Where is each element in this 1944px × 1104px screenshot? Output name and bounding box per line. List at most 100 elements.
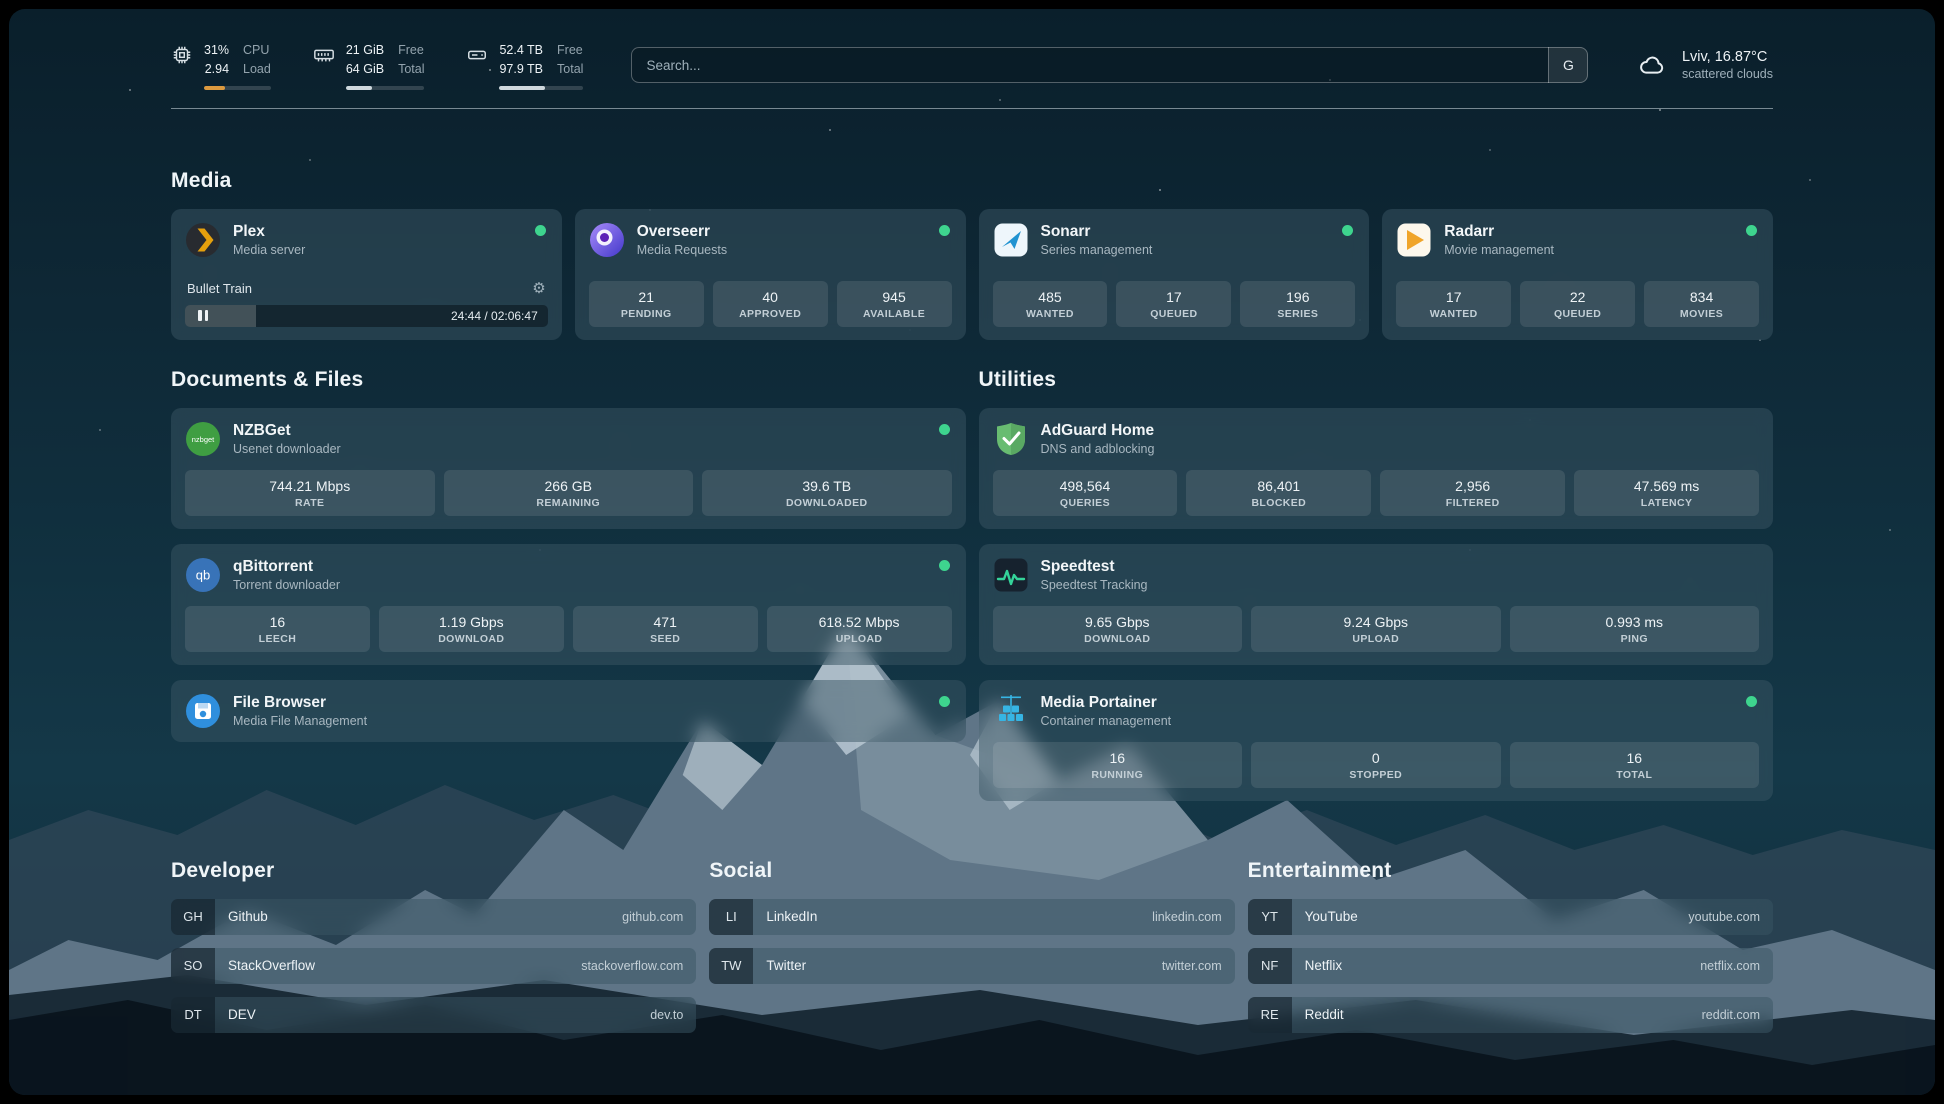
svg-text:qb: qb <box>196 567 210 582</box>
memory-label-1: Free <box>398 41 424 60</box>
stat-label: DOWNLOAD <box>997 633 1239 645</box>
sonarr-icon <box>993 222 1029 258</box>
service-title: Speedtest <box>1041 558 1148 576</box>
service-title: NZBGet <box>233 422 341 440</box>
window-frame: 31% 2.94 CPU Load <box>0 0 1944 1104</box>
stat-label: QUEUED <box>1524 308 1631 320</box>
service-card-qbittorrent[interactable]: qbqBittorrentTorrent downloader 16LEECH1.… <box>171 544 966 665</box>
stat-value: 834 <box>1648 289 1755 305</box>
section-documents-files: Documents & Files nzbgetNZBGetUsenet dow… <box>171 368 966 742</box>
bookmark-abbr: RE <box>1248 997 1292 1033</box>
stat-value: 86,401 <box>1190 478 1367 494</box>
stat-available: 945 AVAILABLE <box>837 281 952 327</box>
stat-value: 21 <box>593 289 700 305</box>
weather-condition: scattered clouds <box>1682 67 1773 81</box>
stat-value: 485 <box>997 289 1104 305</box>
stat-wanted: 485WANTED <box>993 281 1108 327</box>
stat-running: 16RUNNING <box>993 742 1243 788</box>
bookmark-github[interactable]: GH Github github.com <box>171 899 696 935</box>
bookmarks-area: DeveloperGHGithubgithub.comSOStackOverfl… <box>171 859 1773 1033</box>
bookmark-linkedin[interactable]: LILinkedInlinkedin.com <box>709 899 1234 935</box>
service-stats: 16LEECH1.19 GbpsDOWNLOAD471SEED618.52 Mb… <box>185 606 952 652</box>
stat-series: 196SERIES <box>1240 281 1355 327</box>
bookmark-dev[interactable]: DTDEVdev.to <box>171 997 696 1033</box>
stat-label: PING <box>1514 633 1756 645</box>
status-dot <box>535 225 546 236</box>
stat-value: 40 <box>717 289 824 305</box>
stat-value: 17 <box>1400 289 1507 305</box>
plex-now-playing: Bullet Train⚙24:44 / 02:06:47 <box>185 281 548 327</box>
stat-seed: 471SEED <box>573 606 758 652</box>
stat-blocked: 86,401BLOCKED <box>1186 470 1371 516</box>
service-card-speedtest[interactable]: SpeedtestSpeedtest Tracking 9.65 GbpsDOWN… <box>979 544 1774 665</box>
stat-value: 22 <box>1524 289 1631 305</box>
bookmark-abbr: GH <box>171 899 215 935</box>
stat-value: 9.24 Gbps <box>1255 614 1497 630</box>
search-provider-button[interactable]: G <box>1548 47 1588 83</box>
stat-upload: 618.52 MbpsUPLOAD <box>767 606 952 652</box>
playback-progress-bar[interactable]: 24:44 / 02:06:47 <box>185 305 548 327</box>
service-card-radarr[interactable]: RadarrMovie management17WANTED22QUEUED83… <box>1382 209 1773 340</box>
bookmark-url: twitter.com <box>1162 959 1222 973</box>
stat-value: 39.6 TB <box>706 478 948 494</box>
service-card-header: qbqBittorrentTorrent downloader <box>185 557 952 593</box>
service-card-adguard[interactable]: AdGuard HomeDNS and adblocking498,564QUE… <box>979 408 1774 529</box>
status-dot <box>1746 225 1757 236</box>
service-stats: 16RUNNING0STOPPED16TOTAL <box>993 742 1760 788</box>
bookmark-list: LILinkedInlinkedin.com TWTwittertwitter.c… <box>709 899 1234 984</box>
stat-label: PENDING <box>593 308 700 320</box>
service-card-sonarr[interactable]: SonarrSeries management485WANTED17QUEUED… <box>979 209 1370 340</box>
bookmark-reddit[interactable]: RERedditreddit.com <box>1248 997 1773 1033</box>
stat-label: APPROVED <box>717 308 824 320</box>
service-card-overseerr[interactable]: OverseerrMedia Requests 21 PENDING 40 APPROV… <box>575 209 966 340</box>
service-card-header: SpeedtestSpeedtest Tracking <box>993 557 1760 593</box>
bookmark-label: YouTube <box>1305 909 1358 924</box>
service-card-nzbget[interactable]: nzbgetNZBGetUsenet downloader744.21 Mbps… <box>171 408 966 529</box>
bookmark-stackoverflow[interactable]: SOStackOverflowstackoverflow.com <box>171 948 696 984</box>
stat-download: 9.65 GbpsDOWNLOAD <box>993 606 1243 652</box>
bookmark-netflix[interactable]: NFNetflixnetflix.com <box>1248 948 1773 984</box>
bookmark-url: github.com <box>622 910 683 924</box>
disk-label-2: Total <box>557 60 583 79</box>
bookmark-group-title: Entertainment <box>1248 859 1773 883</box>
stat-label: AVAILABLE <box>841 308 948 320</box>
pause-icon[interactable] <box>191 309 215 323</box>
service-subtitle: Container management <box>1041 714 1172 728</box>
search-input[interactable] <box>631 47 1588 83</box>
stat-label: RUNNING <box>997 769 1239 781</box>
bookmark-abbr: SO <box>171 948 215 984</box>
bookmark-abbr: NF <box>1248 948 1292 984</box>
service-card-plex[interactable]: PlexMedia serverBullet Train⚙24:44 / 02:… <box>171 209 562 340</box>
service-card-header: PlexMedia server <box>185 222 548 258</box>
section-title-media: Media <box>171 169 1773 193</box>
service-subtitle: Media File Management <box>233 714 367 728</box>
service-card-filebrowser[interactable]: File BrowserMedia File Management <box>171 680 966 742</box>
stat-queued: 22 QUEUED <box>1520 281 1635 327</box>
memory-total: 64 GiB <box>346 60 384 79</box>
disk-widget: 52.4 TB 97.9 TB Free Total <box>466 41 583 90</box>
cpu-widget: 31% 2.94 CPU Load <box>171 41 271 90</box>
stat-label: FILTERED <box>1384 497 1561 509</box>
service-title: Radarr <box>1444 223 1554 241</box>
stat-label: UPLOAD <box>1255 633 1497 645</box>
bookmark-group-developer: DeveloperGHGithubgithub.comSOStackOverfl… <box>171 859 696 1033</box>
bookmark-url: dev.to <box>650 1008 683 1022</box>
stat-value: 744.21 Mbps <box>189 478 431 494</box>
bookmark-youtube[interactable]: YTYouTubeyoutube.com <box>1248 899 1773 935</box>
settings-icon[interactable]: ⚙ <box>532 281 545 296</box>
bookmark-label: Github <box>228 909 268 924</box>
service-subtitle: Series management <box>1041 243 1153 257</box>
service-subtitle: Torrent downloader <box>233 578 340 592</box>
stat-latency: 47.569 msLATENCY <box>1574 470 1759 516</box>
bookmark-twitter[interactable]: TWTwittertwitter.com <box>709 948 1234 984</box>
service-card-portainer[interactable]: Media PortainerContainer management16RUN… <box>979 680 1774 801</box>
disk-bar <box>499 86 583 90</box>
stat-value: 196 <box>1244 289 1351 305</box>
bookmark-abbr: DT <box>171 997 215 1033</box>
service-card-header: OverseerrMedia Requests <box>589 222 952 258</box>
service-stats: 498,564QUERIES86,401BLOCKED2,956FILTERED… <box>993 470 1760 516</box>
stat-value: 945 <box>841 289 948 305</box>
stat-value: 2,956 <box>1384 478 1561 494</box>
section-title-utilities: Utilities <box>979 368 1774 392</box>
two-column-area: Documents & Files nzbgetNZBGetUsenet dow… <box>171 368 1773 801</box>
